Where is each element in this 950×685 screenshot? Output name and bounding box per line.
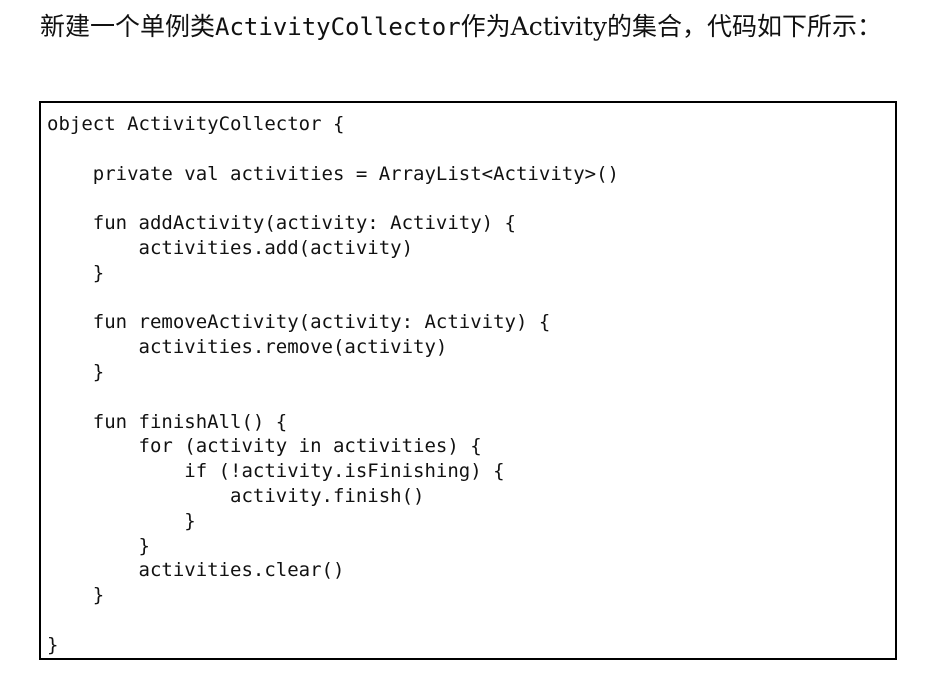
intro-class-name: ActivityCollector	[215, 13, 461, 41]
code-line: }	[47, 534, 150, 557]
code-line: }	[47, 261, 105, 284]
code-line: activities.remove(activity)	[47, 336, 448, 359]
code-line: }	[47, 509, 196, 532]
code-line: fun addActivity(activity: Activity) {	[47, 212, 516, 235]
intro-paragraph: 新建一个单例类ActivityCollector作为Activity的集合，代码…	[40, 8, 910, 46]
intro-text-after: 作为Activity的集合，代码如下所示：	[460, 12, 883, 41]
code-line: object ActivityCollector {	[47, 113, 345, 135]
code-line: activities.clear()	[47, 559, 345, 582]
code-line: activity.finish()	[47, 484, 425, 507]
code-line: private val activities = ArrayList<Activ…	[47, 162, 619, 185]
code-line: }	[47, 584, 105, 607]
code-line: activities.add(activity)	[47, 236, 414, 259]
code-line: fun finishAll() {	[47, 410, 288, 433]
code-line: if (!activity.isFinishing) {	[47, 460, 505, 483]
code-lines: object ActivityCollector { private val a…	[47, 112, 619, 658]
code-block: object ActivityCollector { private val a…	[39, 101, 897, 660]
code-line: for (activity in activities) {	[47, 435, 482, 458]
code-line: fun removeActivity(activity: Activity) {	[47, 311, 551, 334]
code-line: }	[47, 633, 59, 656]
code-line: }	[47, 360, 105, 383]
intro-text-before: 新建一个单例类	[40, 12, 216, 41]
